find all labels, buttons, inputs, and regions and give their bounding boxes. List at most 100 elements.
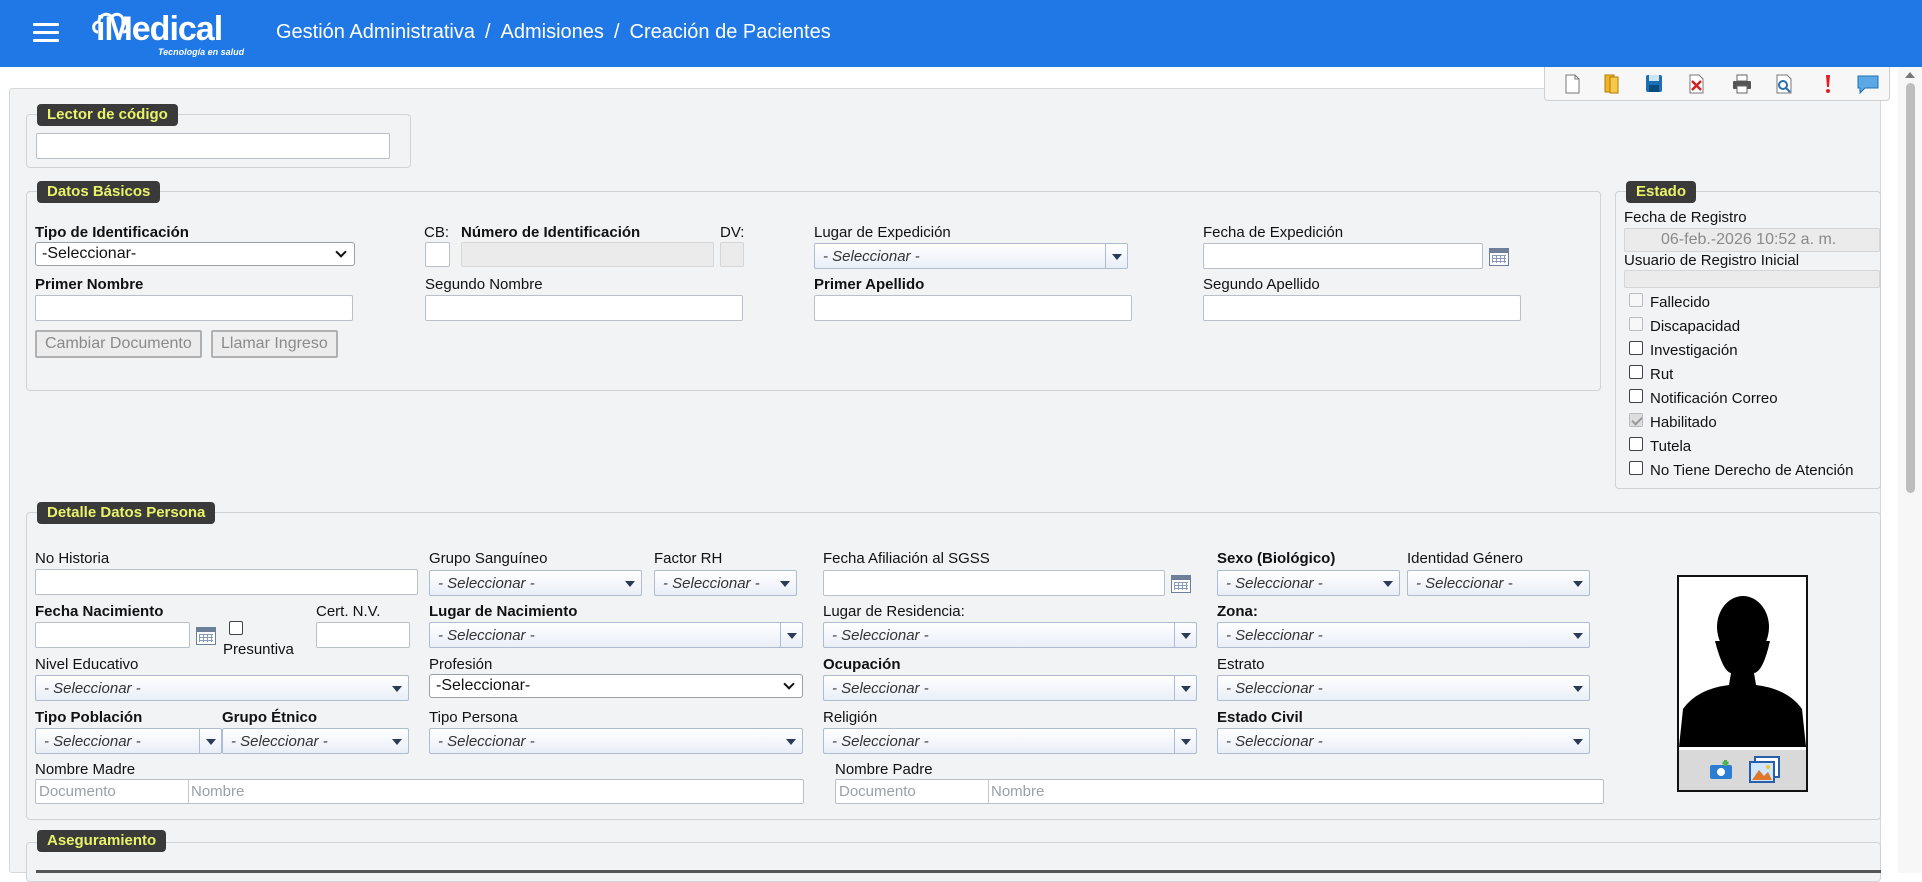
tipo-id-select[interactable]: -Seleccionar- [35,242,355,266]
menu-icon[interactable] [33,23,59,43]
dropdown-arrow-icon[interactable] [386,676,408,700]
sexo-combo[interactable]: - Seleccionar - [1217,570,1400,596]
primer-apellido-input[interactable] [814,295,1132,321]
app-logo[interactable]: iMedical Tecnología en salud [92,6,254,58]
numero-id-input[interactable] [461,242,714,267]
nombre-madre-group: Documento Nombre [35,779,804,804]
tipo-persona-combo[interactable]: - Seleccionar - [429,728,803,754]
discapacidad-checkbox[interactable] [1629,317,1643,331]
notificacion-correo-checkbox[interactable] [1629,389,1643,403]
breadcrumb-item-current: Creación de Pacientes [629,21,831,43]
save-icon[interactable] [1641,72,1667,96]
profesion-select[interactable]: -Seleccionar- [429,674,803,698]
no-derecho-atencion-checkbox[interactable] [1629,461,1643,475]
breadcrumb-item-gestion[interactable]: Gestión Administrativa [276,21,475,43]
dropdown-arrow-icon[interactable] [1567,729,1589,753]
dropdown-arrow-icon[interactable] [1174,729,1196,753]
grupo-sanguineo-combo[interactable]: - Seleccionar - [429,570,642,596]
dropdown-arrow-icon[interactable] [780,623,802,647]
calendar-icon[interactable] [1171,575,1191,593]
print-icon[interactable] [1729,72,1755,96]
vertical-scrollbar[interactable] [1898,67,1922,873]
tutela-checkbox[interactable] [1629,437,1643,451]
calendar-icon[interactable] [1489,248,1509,266]
dropdown-arrow-icon[interactable] [1105,244,1127,268]
madre-documento-input[interactable]: Documento [36,780,189,803]
tipo-poblacion-combo[interactable]: - Seleccionar - [35,728,222,754]
lector-codigo-input[interactable] [36,133,390,159]
fecha-expedicion-input[interactable] [1203,243,1483,269]
madre-nombre-placeholder[interactable]: Nombre [191,783,244,800]
delete-icon[interactable] [1683,72,1709,96]
llamar-ingreso-button[interactable]: Llamar Ingreso [211,330,338,358]
calendar-icon[interactable] [196,627,216,645]
estado-civil-combo[interactable]: - Seleccionar - [1217,728,1590,754]
fecha-nacimiento-input[interactable] [35,622,190,648]
no-historia-input[interactable] [35,569,418,595]
dropdown-arrow-icon[interactable] [1174,676,1196,700]
religion-combo[interactable]: - Seleccionar - [823,728,1197,754]
logo-tagline: Tecnología en salud [158,47,245,57]
padre-nombre-placeholder[interactable]: Nombre [991,783,1044,800]
lugar-nacimiento-combo[interactable]: - Seleccionar - [429,622,803,648]
scroll-up-icon[interactable] [1905,72,1915,78]
dv-input[interactable] [720,242,744,267]
new-document-icon[interactable] [1559,72,1585,96]
cambiar-documento-button[interactable]: Cambiar Documento [35,330,202,358]
primer-nombre-input[interactable] [35,295,353,321]
dropdown-arrow-icon[interactable] [619,571,641,595]
dropdown-arrow-icon[interactable] [774,571,796,595]
alert-icon[interactable] [1815,72,1841,96]
action-toolbar [1544,67,1890,101]
identidad-genero-label: Identidad Género [1407,550,1523,567]
grupo-etnico-combo[interactable]: - Seleccionar - [222,728,409,754]
lugar-residencia-combo[interactable]: - Seleccionar - [823,622,1197,648]
dropdown-arrow-icon[interactable] [199,729,221,753]
dropdown-arrow-icon[interactable] [1567,571,1589,595]
camera-icon[interactable] [1709,759,1733,781]
segundo-apellido-input[interactable] [1203,295,1521,321]
fallecido-checkbox[interactable] [1629,293,1643,307]
religion-label: Religión [823,709,878,726]
dv-label: DV: [720,224,745,241]
breadcrumb-separator: / [613,21,620,43]
preview-icon[interactable] [1771,72,1797,96]
fecha-afiliacion-label: Fecha Afiliación al SGSS [823,550,990,567]
zona-combo[interactable]: - Seleccionar - [1217,622,1590,648]
ocupacion-combo[interactable]: - Seleccionar - [823,675,1197,701]
dropdown-arrow-icon[interactable] [1377,571,1399,595]
factor-rh-combo[interactable]: - Seleccionar - [654,570,797,596]
open-folder-icon[interactable] [1598,72,1624,96]
tutela-label: Tutela [1650,438,1692,455]
primer-nombre-label: Primer Nombre [35,276,144,293]
dropdown-arrow-icon[interactable] [1567,623,1589,647]
breadcrumb-separator: / [484,21,491,43]
scrollbar-thumb[interactable] [1906,83,1915,493]
image-gallery-icon[interactable] [1749,756,1781,784]
rut-label: Rut [1650,366,1674,383]
dropdown-arrow-icon[interactable] [780,729,802,753]
presuntiva-checkbox[interactable] [229,621,243,635]
rut-checkbox[interactable] [1629,365,1643,379]
habilitado-checkbox[interactable] [1629,413,1643,427]
cert-nv-input[interactable] [316,622,410,648]
dropdown-arrow-icon[interactable] [1174,623,1196,647]
estrato-label: Estrato [1217,656,1265,673]
aseguramiento-fieldset [26,842,1881,882]
lugar-expedicion-combo[interactable]: - Seleccionar - [814,243,1128,269]
fecha-afiliacion-input[interactable] [823,570,1165,596]
estrato-combo[interactable]: - Seleccionar - [1217,675,1590,701]
nivel-educativo-combo[interactable]: - Seleccionar - [35,675,409,701]
dropdown-arrow-icon[interactable] [1567,676,1589,700]
nivel-educativo-label: Nivel Educativo [35,656,139,673]
cb-checkbox[interactable] [425,242,450,267]
padre-documento-input[interactable]: Documento [836,780,989,803]
investigacion-checkbox[interactable] [1629,341,1643,355]
tipo-id-label: Tipo de Identificación [35,224,189,241]
identidad-genero-combo[interactable]: - Seleccionar - [1407,570,1590,596]
segundo-nombre-input[interactable] [425,295,743,321]
dropdown-arrow-icon[interactable] [386,729,408,753]
breadcrumb-item-admisiones[interactable]: Admisiones [501,21,604,43]
fecha-registro-label: Fecha de Registro [1624,209,1747,226]
comments-icon[interactable] [1855,72,1881,96]
